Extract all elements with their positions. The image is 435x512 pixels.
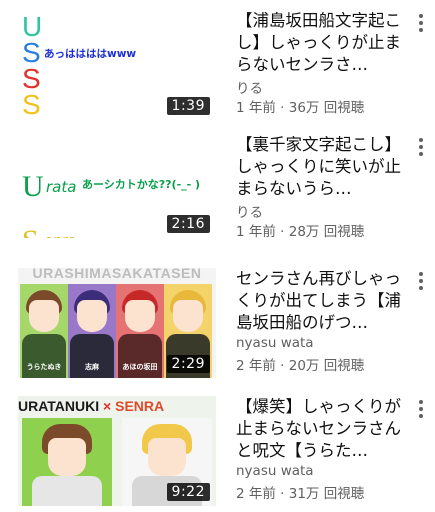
channel-name[interactable]: nyasu wata: [236, 335, 314, 351]
more-options-icon[interactable]: [416, 138, 426, 160]
video-item[interactable]: U rata あーシカトかな??(-_- ) S enra 2:16 【裏千家文…: [0, 124, 435, 250]
character-art: うらたぬき: [20, 284, 68, 378]
more-options-icon[interactable]: [416, 14, 426, 36]
thumbnail-letters: U S S S: [22, 11, 43, 120]
character-art: あほの坂田: [116, 284, 164, 378]
video-meta: 1 年前 · 28万 回視聴: [236, 224, 365, 240]
video-item[interactable]: U S S S あっははははwww 1:39 【浦島坂田船文字起こし】しゃっくり…: [0, 4, 435, 126]
video-item[interactable]: URATANUKI × SENRA 9:22 【爆笑】しゃっくりが止まらないセン…: [0, 390, 435, 512]
video-item[interactable]: URASHIMASAKATASEN うらたぬき 志麻 あほの坂田 2:29 セン…: [0, 262, 435, 384]
thumbnail-caption: あっははははwww: [44, 48, 137, 60]
video-title[interactable]: 【爆笑】しゃっくりが止まらないセンラさんと呪文【うらた…: [236, 396, 408, 462]
thumbnail-senra-letter: S: [22, 224, 39, 238]
more-options-icon[interactable]: [416, 272, 426, 294]
video-thumbnail[interactable]: URASHIMASAKATASEN うらたぬき 志麻 あほの坂田 2:29: [18, 268, 216, 378]
more-options-icon[interactable]: [416, 400, 426, 422]
channel-name[interactable]: りる: [236, 201, 263, 221]
thumbnail-ura-letter: U: [22, 170, 44, 203]
thumbnail-caption: あーシカトかな??(-_- ): [82, 178, 201, 191]
video-meta: 2 年前 · 20万 回視聴: [236, 358, 365, 374]
thumbnail-senra-text: enra: [44, 233, 76, 238]
video-title[interactable]: センラさん再びしゃっくりが出てしまう【浦島坂田船のげつ…: [236, 268, 408, 334]
duration-badge: 2:29: [166, 355, 210, 373]
video-meta: 1 年前 · 36万 回視聴: [236, 100, 365, 116]
thumbnail-rata-text: rata: [46, 178, 77, 196]
duration-badge: 1:39: [166, 97, 210, 115]
character-art: 志麻: [68, 284, 116, 378]
character-art: [22, 418, 112, 506]
thumbnail-banner: URASHIMASAKATASEN: [32, 268, 202, 281]
duration-badge: 2:16: [166, 215, 210, 233]
channel-name[interactable]: りる: [236, 77, 263, 97]
video-title[interactable]: 【浦島坂田船文字起こし】しゃっくりが止まらないセンラさ…: [236, 10, 408, 76]
video-title[interactable]: 【裏千家文字起こし】しゃっくりに笑いが止まらないうら…: [236, 134, 408, 200]
duration-badge: 9:22: [166, 483, 210, 501]
video-thumbnail[interactable]: URATANUKI × SENRA 9:22: [18, 396, 216, 506]
video-meta: 2 年前 · 31万 回視聴: [236, 486, 365, 502]
video-thumbnail[interactable]: U S S S あっははははwww 1:39: [18, 10, 216, 120]
thumbnail-heading: URATANUKI × SENRA: [18, 398, 165, 414]
video-thumbnail[interactable]: U rata あーシカトかな??(-_- ) S enra 2:16: [18, 124, 216, 238]
channel-name[interactable]: nyasu wata: [236, 463, 314, 479]
